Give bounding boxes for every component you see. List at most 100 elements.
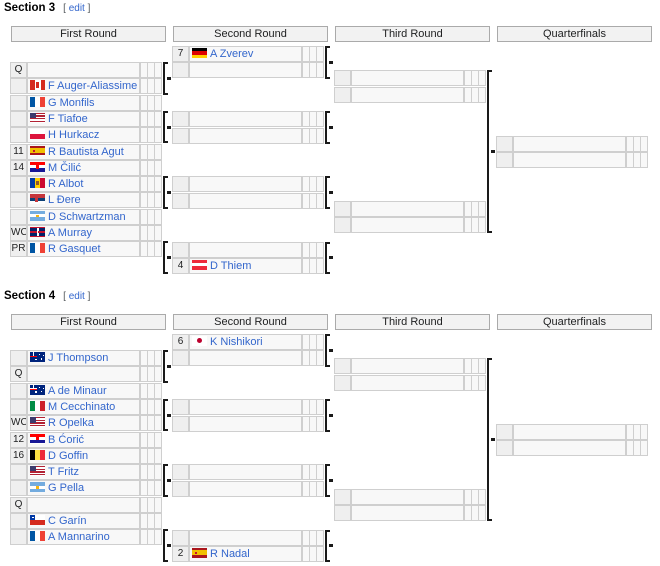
player-cell[interactable]: A Murray (27, 225, 140, 241)
player-cell[interactable]: R Nadal (189, 545, 302, 562)
round-header-qf: Quarterfinals (497, 26, 652, 42)
seed-cell (10, 78, 27, 95)
player-name[interactable]: C Garín (48, 515, 87, 527)
player-name[interactable]: L Đere (48, 194, 81, 206)
player-cell[interactable] (351, 200, 464, 217)
player-name[interactable]: R Gasquet (48, 243, 101, 255)
edit-link[interactable]: [ edit ] (63, 3, 90, 14)
player-cell[interactable] (513, 423, 626, 440)
player-cell[interactable] (351, 358, 464, 375)
player-name[interactable]: D Goffin (48, 450, 88, 462)
seed-cell (10, 94, 27, 111)
player-cell[interactable] (513, 135, 626, 152)
player-name[interactable]: F Tiafoe (48, 113, 88, 125)
player-name[interactable]: R Nadal (210, 548, 250, 560)
player-cell[interactable]: A de Minaur (27, 382, 140, 399)
player-name[interactable]: M Čilić (48, 162, 81, 174)
player-cell[interactable]: R Gasquet (27, 241, 140, 258)
player-cell[interactable]: R Albot (27, 176, 140, 193)
player-cell[interactable] (513, 439, 626, 456)
player-cell[interactable]: C Garín (27, 513, 140, 529)
player-cell[interactable]: A Zverev (189, 46, 302, 62)
player-cell[interactable] (189, 111, 302, 128)
seed-cell (334, 505, 351, 522)
player-cell[interactable]: B Ćorić (27, 431, 140, 448)
player-cell[interactable]: F Auger-Aliassime (27, 78, 140, 95)
seed-cell (496, 439, 513, 456)
seed-cell (10, 513, 27, 529)
player-cell[interactable] (351, 374, 464, 391)
player-name[interactable]: M Cecchinato (48, 401, 115, 413)
player-cell[interactable] (351, 70, 464, 87)
player-cell[interactable] (189, 350, 302, 367)
flag-icon-aus (30, 352, 45, 362)
player-cell[interactable] (189, 192, 302, 209)
score-cell (154, 480, 162, 497)
seed-label: 6 (177, 336, 184, 347)
player-name[interactable]: R Opelka (48, 417, 94, 429)
player-name[interactable]: D Thiem (210, 260, 251, 272)
edit-link[interactable]: [ edit ] (63, 291, 90, 302)
player-cell[interactable] (189, 415, 302, 432)
player-cell[interactable]: A Mannarino (27, 529, 140, 546)
score-cell (478, 488, 486, 505)
seed-label: 7 (177, 48, 184, 59)
player-name[interactable]: A Mannarino (48, 531, 110, 543)
player-name[interactable]: R Albot (48, 178, 83, 190)
player-cell[interactable] (189, 480, 302, 497)
section-title: Section 3 (4, 2, 56, 14)
player-cell[interactable]: R Bautista Agut (27, 143, 140, 160)
seed-cell: 2 (172, 545, 189, 562)
player-name[interactable]: A Zverev (210, 48, 253, 60)
player-cell[interactable] (27, 366, 140, 383)
player-cell[interactable]: M Čilić (27, 159, 140, 176)
player-name[interactable]: J Thompson (48, 352, 108, 364)
player-cell[interactable] (27, 62, 140, 78)
player-cell[interactable]: G Pella (27, 480, 140, 497)
player-cell[interactable]: F Tiafoe (27, 110, 140, 127)
player-cell[interactable]: L Đere (27, 192, 140, 209)
player-cell[interactable] (189, 176, 302, 193)
player-cell[interactable] (189, 127, 302, 144)
score-cell (316, 176, 324, 193)
player-cell[interactable] (351, 217, 464, 234)
player-cell[interactable]: D Schwartzman (27, 208, 140, 225)
edit-label[interactable]: edit (69, 3, 85, 14)
player-name[interactable]: R Bautista Agut (48, 146, 124, 158)
player-cell[interactable] (189, 62, 302, 79)
score-cell (640, 151, 648, 168)
player-cell[interactable]: J Thompson (27, 350, 140, 366)
player-cell[interactable]: D Thiem (189, 257, 302, 274)
player-cell[interactable] (351, 505, 464, 522)
player-name[interactable]: B Ćorić (48, 434, 84, 446)
player-name[interactable]: A de Minaur (48, 385, 107, 397)
seed-cell: Q (10, 62, 27, 78)
player-name[interactable]: A Murray (48, 227, 92, 239)
player-cell[interactable] (189, 464, 302, 481)
player-cell[interactable] (351, 488, 464, 505)
player-cell[interactable] (351, 86, 464, 103)
player-cell[interactable] (189, 529, 302, 546)
player-cell[interactable] (189, 241, 302, 258)
player-name[interactable]: T Fritz (48, 466, 79, 478)
player-cell[interactable] (189, 399, 302, 416)
player-name[interactable]: F Auger-Aliassime (48, 80, 137, 92)
player-cell[interactable]: D Goffin (27, 447, 140, 464)
player-cell[interactable] (513, 151, 626, 168)
player-name[interactable]: D Schwartzman (48, 211, 126, 223)
player-cell[interactable]: T Fritz (27, 464, 140, 481)
score-cell (154, 225, 162, 241)
player-cell[interactable]: R Opelka (27, 415, 140, 432)
player-cell[interactable]: K Nishikori (189, 334, 302, 350)
edit-label[interactable]: edit (69, 291, 85, 302)
player-cell[interactable]: H Hurkacz (27, 127, 140, 144)
player-name[interactable]: G Monfils (48, 97, 94, 109)
player-name[interactable]: H Hurkacz (48, 129, 99, 141)
player-name[interactable]: K Nishikori (210, 336, 263, 348)
player-name[interactable]: G Pella (48, 482, 84, 494)
seed-label: Q (14, 368, 23, 380)
player-cell[interactable]: G Monfils (27, 94, 140, 111)
seed-cell (172, 192, 189, 209)
player-cell[interactable] (27, 496, 140, 513)
player-cell[interactable]: M Cecchinato (27, 398, 140, 415)
